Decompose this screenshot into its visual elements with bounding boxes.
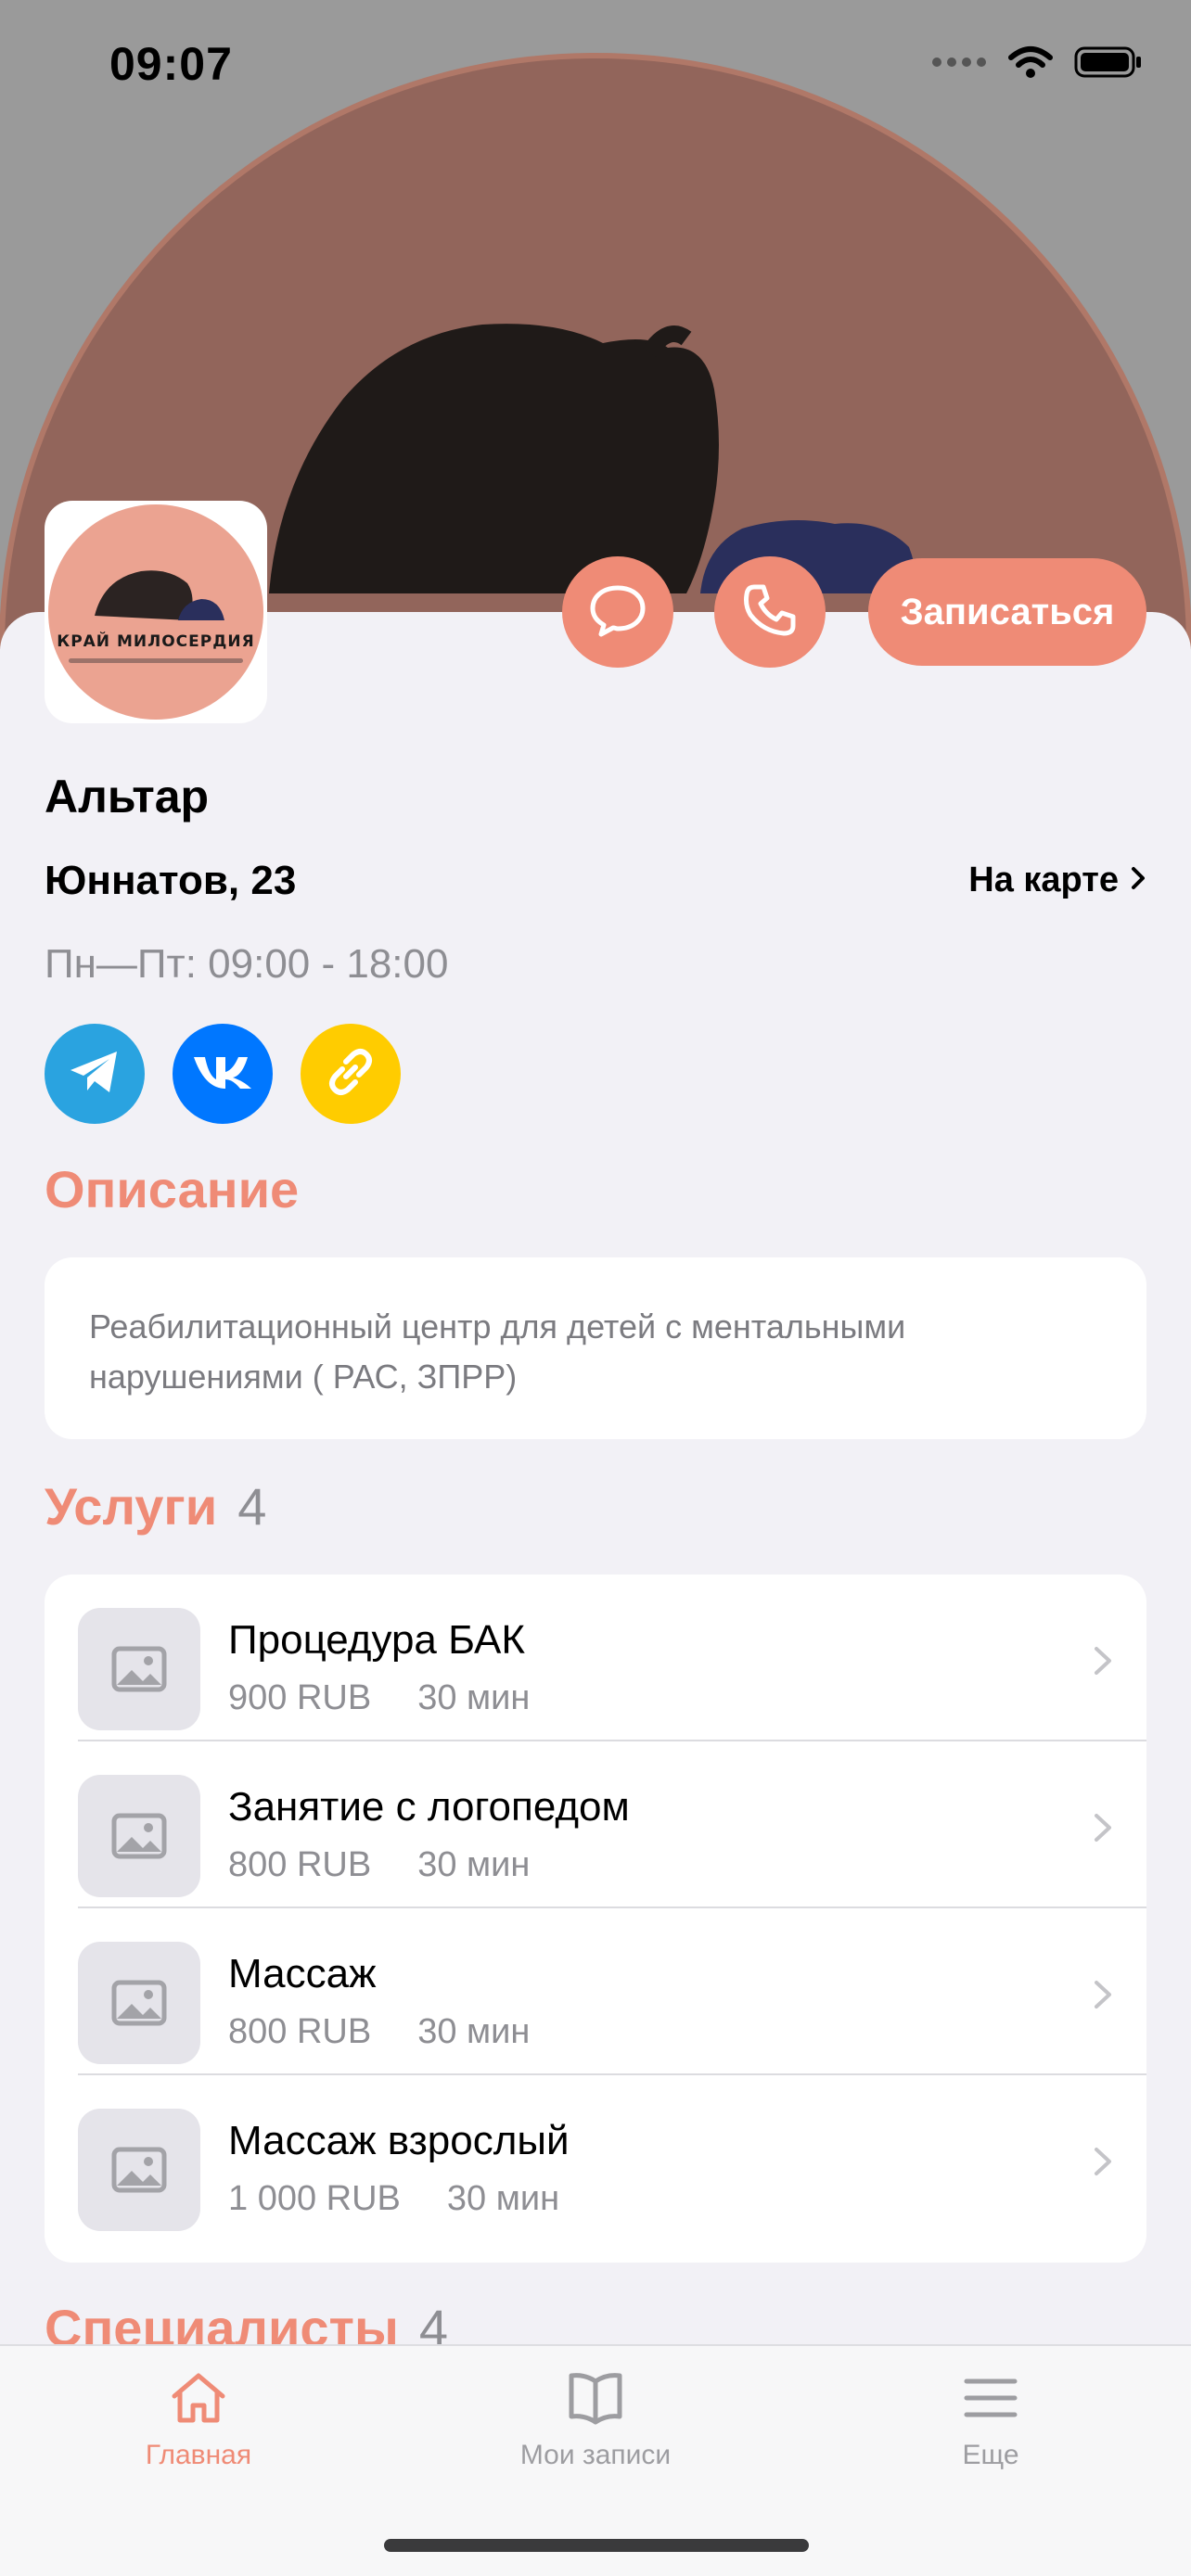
image-placeholder-icon [78, 1942, 200, 2064]
services-list: Процедура БАК 900 RUB 30 мин Занятие с ло… [45, 1575, 1146, 2263]
chevron-right-icon [1093, 1812, 1113, 1848]
tab-more[interactable]: Еще [852, 2370, 1130, 2471]
logo-text: КРАЙ МИЛОСЕРДИЯ [57, 632, 255, 651]
services-title: Услуги 4 [45, 1477, 267, 1536]
service-duration: 30 мин [446, 2179, 560, 2218]
map-link[interactable]: На карте [968, 861, 1146, 900]
chat-button[interactable] [562, 556, 673, 668]
telegram-icon [67, 1048, 122, 1101]
vk-button[interactable] [173, 1024, 273, 1124]
call-button[interactable] [714, 556, 826, 668]
service-duration: 30 мин [417, 1678, 531, 1717]
menu-icon [961, 2378, 1020, 2429]
service-name: Занятие с логопедом [228, 1784, 630, 1830]
vk-icon [190, 1052, 255, 1097]
service-item[interactable]: Массаж взрослый 1 000 RUB 30 мин [45, 2075, 1146, 2242]
org-address: Юннатов, 23 [45, 858, 297, 903]
service-price: 900 RUB [228, 1678, 372, 1717]
chevron-right-icon [1130, 861, 1146, 900]
tab-more-label: Еще [962, 2440, 1019, 2470]
chevron-right-icon [1093, 1979, 1113, 2015]
home-indicator [384, 2539, 809, 2552]
service-price: 1 000 RUB [228, 2179, 401, 2218]
image-placeholder-icon [78, 1608, 200, 1730]
service-name: Массаж взрослый [228, 2118, 570, 2163]
service-duration: 30 мин [417, 2012, 531, 2051]
image-placeholder-icon [78, 2109, 200, 2231]
working-hours: Пн—Пт: 09:00 - 18:00 [45, 941, 449, 987]
org-name: Альтар [45, 771, 210, 823]
book-button[interactable]: Записаться [868, 558, 1146, 666]
description-title: Описание [45, 1160, 300, 1218]
service-item[interactable]: Процедура БАК 900 RUB 30 мин [45, 1575, 1146, 1741]
image-placeholder-icon [78, 1775, 200, 1897]
service-name: Процедура БАК [228, 1617, 526, 1663]
status-bar: 09:07 [0, 0, 1191, 130]
tab-my-bookings[interactable]: Мои записи [456, 2370, 735, 2471]
wifi-icon [1007, 45, 1054, 84]
signal-icon [931, 55, 987, 74]
service-item[interactable]: Массаж 800 RUB 30 мин [45, 1908, 1146, 2075]
home-icon [169, 2373, 228, 2429]
tab-home[interactable]: Главная [59, 2370, 338, 2471]
phone-icon [741, 581, 799, 644]
description-text: Реабилитационный центр для детей с мента… [89, 1307, 906, 1396]
org-logo: КРАЙ МИЛОСЕРДИЯ [45, 501, 267, 723]
chevron-right-icon [1093, 2146, 1113, 2182]
description-card: Реабилитационный центр для детей с мента… [45, 1257, 1146, 1439]
status-time: 09:07 [109, 38, 233, 90]
service-item[interactable]: Занятие с логопедом 800 RUB 30 мин [45, 1741, 1146, 1908]
map-link-label: На карте [968, 861, 1119, 899]
service-price: 800 RUB [228, 2012, 372, 2051]
chat-bubble-icon [587, 582, 648, 643]
service-name: Массаж [228, 1951, 377, 1996]
tab-home-label: Главная [145, 2440, 252, 2470]
tab-my-bookings-label: Мои записи [519, 2440, 672, 2470]
chevron-right-icon [1093, 1645, 1113, 1681]
link-icon [322, 1043, 379, 1105]
book-icon [566, 2373, 625, 2429]
services-count: 4 [237, 1477, 267, 1536]
service-duration: 30 мин [417, 1845, 531, 1884]
website-link-button[interactable] [301, 1024, 401, 1124]
service-price: 800 RUB [228, 1845, 372, 1884]
battery-icon [1074, 45, 1143, 83]
telegram-button[interactable] [45, 1024, 145, 1124]
